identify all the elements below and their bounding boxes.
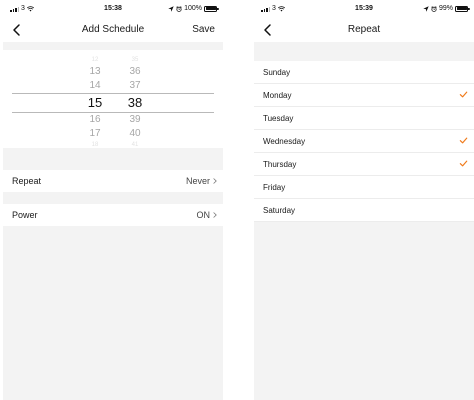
repeat-value: Never [185, 176, 210, 186]
day-row-sunday[interactable]: Sunday [254, 61, 474, 84]
picker-divider [12, 112, 214, 113]
hour-option[interactable]: 12 [80, 54, 110, 66]
day-label: Wednesday [263, 137, 306, 146]
checkmark-icon [459, 137, 468, 144]
power-label: Power [12, 210, 38, 220]
nav-bar: Repeat [254, 18, 474, 42]
repeat-screen: 3 15:39 99% Repeat Sunday Monday Tuesday… [254, 0, 474, 400]
day-row-thursday[interactable]: Thursday [254, 153, 474, 176]
hour-option[interactable]: 14 [80, 80, 110, 92]
hour-option[interactable]: 16 [80, 114, 110, 126]
battery-icon [455, 5, 470, 12]
day-row-monday[interactable]: Monday [254, 84, 474, 107]
checkmark-icon [459, 160, 468, 167]
day-row-saturday[interactable]: Saturday [254, 199, 474, 222]
power-value: ON [196, 210, 211, 220]
battery-icon [204, 5, 219, 12]
hour-option[interactable]: 18 [80, 139, 110, 151]
location-arrow-icon [168, 5, 174, 12]
save-button[interactable]: Save [192, 24, 215, 35]
alarm-clock-icon [431, 5, 437, 12]
page-title: Repeat [347, 24, 381, 35]
page-title: Add Schedule [81, 24, 145, 35]
day-label: Friday [263, 183, 286, 192]
power-row[interactable]: Power ON [3, 204, 223, 226]
minute-option[interactable]: 36 [120, 66, 150, 78]
checkmark-icon [459, 91, 468, 98]
battery-percent: 99% [438, 5, 453, 12]
day-label: Tuesday [263, 114, 294, 123]
hour-selected[interactable]: 15 [80, 95, 110, 111]
hour-option[interactable]: 13 [80, 66, 110, 78]
day-label: Sunday [263, 68, 291, 77]
day-label: Thursday [263, 160, 297, 169]
day-row-tuesday[interactable]: Tuesday [254, 107, 474, 130]
day-label: Monday [263, 91, 292, 100]
chevron-right-icon [213, 212, 217, 218]
minute-option[interactable]: 37 [120, 80, 150, 92]
status-bar: 3 15:38 100% [3, 0, 223, 18]
alarm-clock-icon [176, 5, 182, 12]
day-label: Saturday [263, 206, 296, 215]
minute-option[interactable]: 35 [120, 54, 150, 66]
time-picker[interactable]: 12 13 14 15 16 17 18 35 36 37 38 39 40 4… [3, 50, 223, 148]
location-arrow-icon [423, 5, 429, 12]
repeat-row[interactable]: Repeat Never [3, 170, 223, 192]
day-row-wednesday[interactable]: Wednesday [254, 130, 474, 153]
minute-option[interactable]: 41 [120, 139, 150, 151]
add-schedule-screen: 3 15:38 100% Add Schedule Save 12 13 14 … [3, 0, 223, 400]
status-bar: 3 15:39 99% [254, 0, 474, 18]
nav-bar: Add Schedule Save [3, 18, 223, 42]
day-row-friday[interactable]: Friday [254, 176, 474, 199]
picker-divider [12, 93, 214, 94]
chevron-right-icon [213, 178, 217, 184]
repeat-label: Repeat [12, 176, 42, 186]
minute-option[interactable]: 39 [120, 114, 150, 126]
minute-selected[interactable]: 38 [120, 95, 150, 111]
battery-percent: 100% [184, 5, 202, 12]
